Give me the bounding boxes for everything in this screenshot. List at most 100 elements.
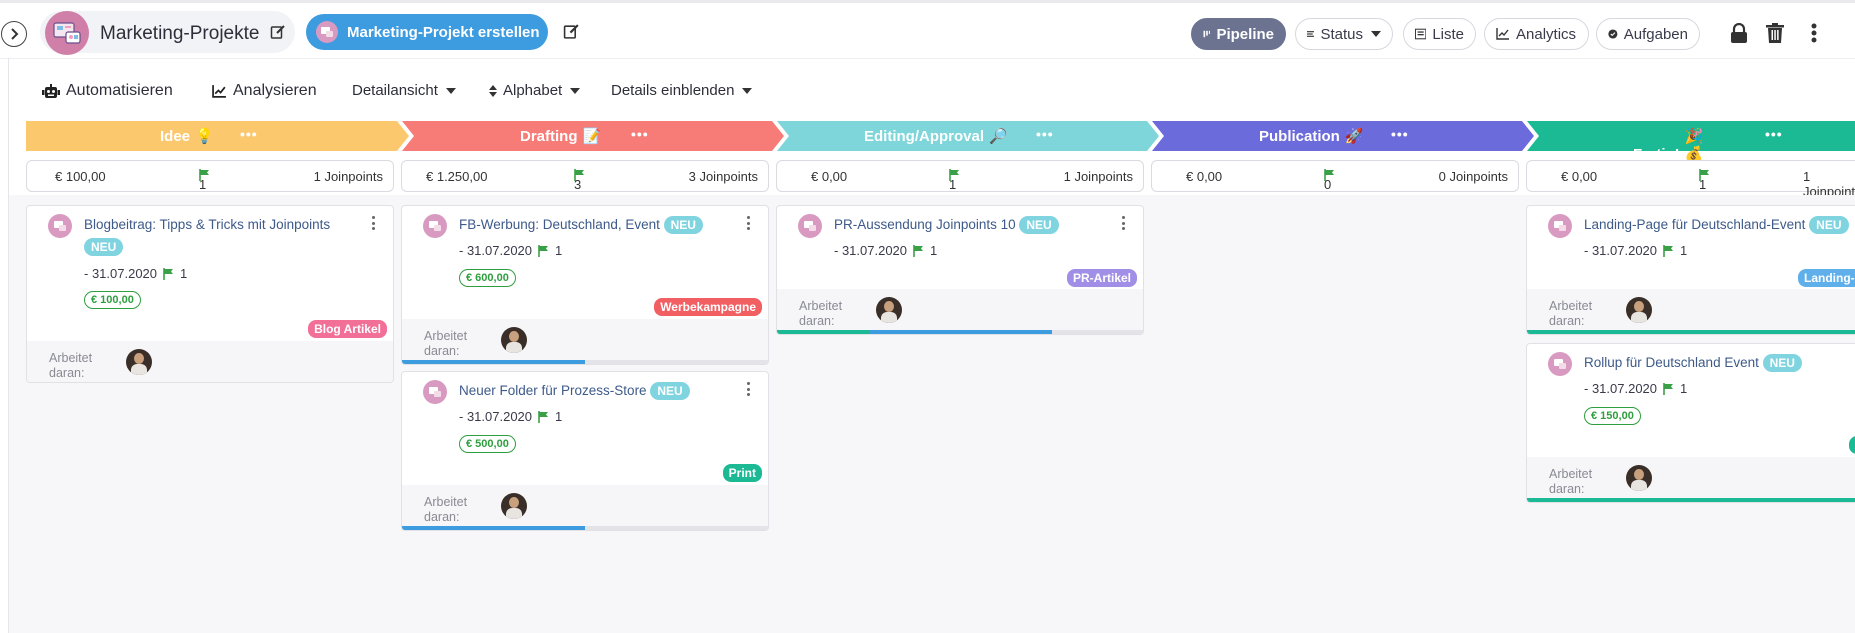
avatar[interactable] [1626,465,1652,491]
detailansicht-dropdown[interactable]: Detailansicht [352,82,456,99]
chevron-right-icon [11,28,19,40]
stage-sum: € 0,00 [1561,169,1598,184]
card-title[interactable]: FB-Werbung: Deutschland, Event NEU [459,214,749,236]
create-project-button[interactable]: Marketing-Projekt erstellen [306,14,548,50]
stage-stats-fertig: € 0,00 1 1 Joinpoints [1526,160,1855,199]
chevron-down-icon [445,87,456,94]
stage-more-icon[interactable]: ••• [1036,126,1054,142]
card-flag-count: 1 [1680,381,1688,396]
card-progress-bar [1527,498,1855,502]
card-kebab-icon[interactable] [747,216,751,230]
view-status-button[interactable]: Status [1295,18,1393,50]
card-date-row: - 31.07.2020 1 [1584,381,1687,396]
list-lines-icon [1307,31,1315,37]
card-kebab-icon[interactable] [372,216,376,230]
view-liste-button[interactable]: Liste [1403,18,1476,50]
card-date: - 31.07.2020 [834,243,908,258]
stage-chevron-idee[interactable] [26,121,409,151]
analysieren-button[interactable]: Analysieren [212,82,317,100]
card-tag[interactable]: Blog Artikel [308,320,387,338]
card-progress-bar [402,360,768,364]
card-date-row: - 31.07.2020 1 [459,409,562,424]
card-tag-partial[interactable] [1849,436,1855,454]
card-rollup[interactable]: Rollup für Deutschland Event NEU - 31.07… [1526,343,1855,503]
automatisieren-label: Automatisieren [66,82,173,99]
status-badge: NEU [1809,216,1849,235]
card-title[interactable]: Neuer Folder für Prozess-Store NEU [459,380,749,402]
card-date: - 31.07.2020 [1584,243,1658,258]
flag-icon [1663,244,1674,257]
card-flag-count: 1 [555,243,563,258]
edit-title-icon[interactable] [270,24,286,40]
status-badge: NEU [650,382,690,401]
project-mini-icon [423,380,447,404]
pipeline-icon [1203,30,1210,38]
lock-icon[interactable] [1727,21,1751,45]
card-date-row: - 31.07.2020 1 [459,243,562,258]
edit-icon[interactable] [563,23,580,40]
stage-more-icon[interactable]: ••• [631,126,649,142]
stage-more-icon[interactable]: ••• [1765,126,1783,142]
worker-label: Arbeitet daran: [424,495,468,524]
stage-more-icon[interactable]: ••• [240,126,258,142]
analysieren-label: Analysieren [233,82,317,99]
sidebar-toggle-button[interactable] [1,21,27,47]
card-title[interactable]: Blogbeitrag: Tipps & Tricks mit Joinpoin… [84,214,344,258]
alphabet-sort-dropdown[interactable]: Alphabet [489,82,581,99]
stage-count: 3 [574,169,585,192]
stage-stats-drafting: € 1.250,00 3 3 Joinpoints [401,160,769,192]
rocket-icon: 🚀 [1344,128,1364,145]
card-footer: Arbeitet daran: [402,319,768,362]
chevron-down-icon [742,87,753,94]
avatar[interactable] [501,493,527,519]
flag-icon [538,244,549,257]
card-neuer-folder[interactable]: Neuer Folder für Prozess-Store NEU - 31.… [401,371,769,531]
avatar[interactable] [126,349,152,375]
card-kebab-icon[interactable] [1122,216,1126,230]
worker-label: Arbeitet daran: [424,329,468,358]
card-fb-werbung[interactable]: FB-Werbung: Deutschland, Event NEU - 31.… [401,205,769,365]
card-amount: € 500,00 [459,435,516,453]
card-tag[interactable]: Werbekampagne [654,298,762,316]
card-blogbeitrag[interactable]: Blogbeitrag: Tipps & Tricks mit Joinpoin… [26,205,394,383]
trash-icon[interactable] [1763,21,1787,45]
card-kebab-icon[interactable] [747,382,751,396]
avatar[interactable] [876,297,902,323]
details-label: Details einblenden [611,82,735,99]
stage-count: 0 [1324,169,1335,192]
card-tag[interactable]: Landing-P [1798,269,1855,287]
details-einblenden-dropdown[interactable]: Details einblenden [611,82,753,99]
project-mini-icon [48,214,72,238]
card-amount: € 150,00 [1584,407,1641,425]
card-title[interactable]: Rollup für Deutschland Event NEU [1584,352,1855,374]
stage-stats-publication: € 0,00 0 0 Joinpoints [1151,160,1519,192]
project-logo [45,11,89,55]
stage-more-icon[interactable]: ••• [1391,126,1409,142]
view-analytics-button[interactable]: Analytics [1484,18,1589,50]
kebab-icon[interactable] [1802,21,1826,45]
avatar[interactable] [501,327,527,353]
stage-joinpoints: 3 Joinpoints [688,169,758,184]
stage-sum: € 0,00 [1186,169,1223,184]
view-aufgaben-button[interactable]: Aufgaben [1596,18,1700,50]
card-tag[interactable]: PR-Artikel [1066,269,1137,287]
view-pipeline-button[interactable]: Pipeline [1191,18,1286,50]
worker-label: Arbeitet daran: [49,351,93,380]
worker-label: Arbeitet daran: [1549,299,1593,328]
status-badge: NEU [1762,354,1802,373]
card-date: - 31.07.2020 [84,266,158,281]
card-pr-aussendung[interactable]: PR-Aussendung Joinpoints 10 NEU - 31.07.… [776,205,1144,335]
project-mini-icon [798,214,822,238]
automatisieren-button[interactable]: Automatisieren [42,82,173,100]
card-landing-page[interactable]: Landing-Page für Deutschland-Event NEU -… [1526,205,1855,335]
view-status-label: Status [1320,25,1363,43]
card-amount: € 600,00 [459,269,516,287]
card-footer: Arbeitet daran: [777,289,1143,332]
avatar[interactable] [1626,297,1652,323]
card-date: - 31.07.2020 [459,243,533,258]
card-title[interactable]: Landing-Page für Deutschland-Event NEU [1584,214,1855,236]
card-tag[interactable]: Print [722,464,762,482]
stage-joinpoints: 0 Joinpoints [1438,169,1508,184]
card-title[interactable]: PR-Aussendung Joinpoints 10 NEU [834,214,1124,236]
view-analytics-label: Analytics [1516,25,1577,43]
